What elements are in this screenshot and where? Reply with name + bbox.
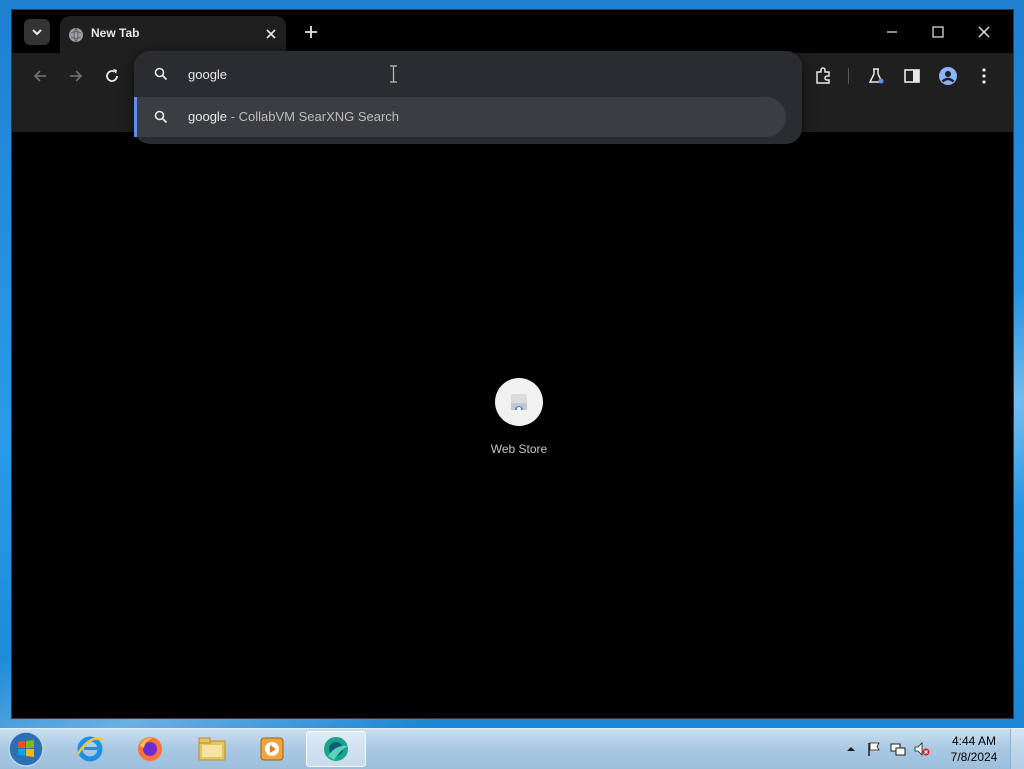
media-player-icon (260, 737, 284, 761)
new-tab-page: Web Store (12, 132, 1013, 718)
reload-icon[interactable] (102, 66, 122, 86)
new-tab-icon[interactable] (302, 23, 320, 41)
forward-icon[interactable] (66, 66, 86, 86)
labs-flask-icon[interactable] (866, 66, 886, 86)
volume-muted-icon[interactable] (914, 741, 930, 757)
more-menu-icon[interactable] (974, 66, 994, 86)
taskbar-app-internet-explorer[interactable] (62, 731, 118, 767)
shortcut-icon-circle (495, 378, 543, 426)
shortcut-web-store[interactable]: Web Store (469, 378, 569, 456)
search-icon (154, 110, 168, 124)
taskbar-app-file-explorer[interactable] (184, 731, 240, 767)
search-icon (154, 67, 168, 81)
chevron-down-icon (32, 29, 42, 36)
internet-explorer-icon (76, 736, 104, 762)
taskbar-app-media-player[interactable] (244, 731, 300, 767)
profile-avatar-icon[interactable] (938, 66, 958, 86)
omnibox-row (134, 51, 802, 97)
firefox-icon (138, 737, 162, 761)
start-button-icon[interactable] (6, 730, 46, 768)
taskbar: 4:44 AM 7/8/2024 (0, 728, 1024, 769)
title-bar: New Tab (12, 10, 1013, 53)
tab-search-button[interactable] (24, 19, 50, 45)
browser-window: New Tab Web Store google google - Collab… (11, 9, 1014, 719)
system-clock[interactable]: 4:44 AM 7/8/2024 (944, 733, 1004, 765)
extensions-icon[interactable] (813, 66, 833, 86)
suggestion-selection-bar (134, 97, 137, 137)
side-panel-icon[interactable] (902, 66, 922, 86)
browser-app-icon (324, 737, 348, 761)
globe-icon (69, 27, 83, 43)
tab-title: New Tab (91, 26, 140, 40)
taskbar-app-browser[interactable] (306, 731, 366, 767)
suggestion-engine: CollabVM SearXNG Search (238, 109, 400, 124)
minimize-icon[interactable] (882, 22, 902, 42)
close-window-icon[interactable] (974, 22, 994, 42)
back-icon[interactable] (30, 66, 50, 86)
suggestion-text: google - CollabVM SearXNG Search (188, 109, 399, 124)
suggestion-separator: - (230, 109, 236, 124)
tab-new-tab[interactable]: New Tab (60, 16, 286, 53)
action-center-flag-icon[interactable] (866, 741, 882, 757)
maximize-icon[interactable] (928, 22, 948, 42)
show-desktop-button[interactable] (1010, 729, 1024, 769)
taskbar-app-firefox[interactable] (122, 731, 178, 767)
text-cursor-icon (390, 65, 397, 83)
suggestion-query: google (188, 109, 228, 124)
shortcut-label: Web Store (490, 442, 548, 456)
omnibox-suggestion[interactable]: google - CollabVM SearXNG Search (134, 97, 786, 137)
close-tab-icon[interactable] (264, 27, 278, 41)
web-store-icon (511, 394, 527, 411)
omnibox-popup: google - CollabVM SearXNG Search (134, 51, 802, 144)
address-bar-input[interactable] (188, 63, 748, 85)
network-icon[interactable] (890, 741, 906, 757)
show-hidden-icons-icon[interactable] (843, 741, 859, 757)
clock-time: 4:44 AM (951, 734, 997, 748)
folder-icon (198, 737, 226, 761)
toolbar-divider (848, 68, 849, 84)
clock-date: 7/8/2024 (950, 750, 998, 764)
